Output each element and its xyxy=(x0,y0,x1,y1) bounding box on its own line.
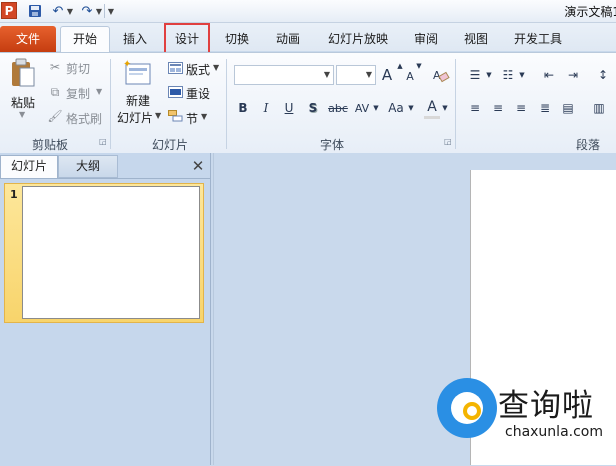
new-slide-dropdown-icon[interactable]: ▼ xyxy=(155,111,161,120)
watermark-url: chaxunla.com xyxy=(505,424,603,440)
undo-icon[interactable]: ↶ xyxy=(51,3,65,19)
font-size-select[interactable]: ▼ xyxy=(336,65,376,85)
align-right-icon[interactable]: ≡ xyxy=(512,99,530,117)
font-name-select[interactable]: ▼ xyxy=(234,65,334,85)
group-divider xyxy=(110,59,111,149)
redo-dropdown-icon[interactable]: ▼ xyxy=(95,3,103,19)
customize-toolbar-icon[interactable]: ▼ xyxy=(107,3,115,19)
powerpoint-logo-icon[interactable]: P xyxy=(1,2,17,19)
copy-button[interactable]: 复制 xyxy=(66,85,90,102)
layout-icon[interactable] xyxy=(167,61,183,75)
section-button[interactable]: 节 xyxy=(186,110,198,127)
watermark-magnifier-icon xyxy=(463,402,481,420)
scissors-icon[interactable]: ✂ xyxy=(48,60,62,74)
slides-group-label: 幻灯片 xyxy=(151,138,188,152)
bullets-dropdown-icon[interactable]: ▼ xyxy=(485,69,493,81)
tab-developer[interactable]: 开发工具 xyxy=(505,28,571,50)
clear-formatting-icon[interactable]: A xyxy=(432,65,450,85)
new-slide-label-2[interactable]: 幻灯片 xyxy=(117,109,153,126)
font-dialog-launcher-icon[interactable]: ◲ xyxy=(444,137,452,146)
change-case-dropdown-icon[interactable]: ▼ xyxy=(407,102,415,114)
tab-file[interactable]: 文件 xyxy=(0,26,56,52)
section-icon[interactable] xyxy=(167,109,183,123)
svg-text:✦: ✦ xyxy=(123,59,131,70)
undo-dropdown-icon[interactable]: ▼ xyxy=(66,3,74,19)
layout-button[interactable]: 版式 xyxy=(186,61,210,78)
tab-slides[interactable]: 幻灯片 xyxy=(0,155,58,178)
align-center-icon[interactable]: ≡ xyxy=(489,99,507,117)
numbering-icon[interactable]: ☷ xyxy=(498,66,518,84)
close-pane-icon[interactable]: ✕ xyxy=(190,157,206,175)
character-spacing-dropdown-icon[interactable]: ▼ xyxy=(372,102,380,114)
cut-button[interactable]: 剪切 xyxy=(66,60,90,77)
title-bar: P ↶ ▼ ↷ ▼ ▼ 演示文稿1 xyxy=(0,0,616,23)
paste-button-label[interactable]: 粘贴 xyxy=(11,94,35,111)
window-title: 演示文稿1 xyxy=(564,5,616,19)
character-spacing-button[interactable]: AV xyxy=(353,99,371,117)
clipboard-dialog-launcher-icon[interactable]: ◲ xyxy=(99,137,107,146)
slide-number: 1 xyxy=(10,188,18,201)
redo-icon[interactable]: ↷ xyxy=(80,3,94,19)
watermark-title: 查询啦 xyxy=(498,388,594,424)
save-icon[interactable] xyxy=(27,3,43,19)
font-group-label: 字体 xyxy=(319,138,344,152)
strikethrough-button[interactable]: abc xyxy=(327,99,349,117)
group-divider xyxy=(226,59,227,149)
italic-button[interactable]: I xyxy=(259,99,273,117)
text-shadow-button[interactable]: S xyxy=(306,99,320,117)
slide-thumbnail[interactable] xyxy=(22,186,200,319)
format-painter-button[interactable]: 格式刷 xyxy=(66,110,102,127)
new-slide-icon[interactable]: ✦ xyxy=(123,57,153,87)
columns-icon[interactable]: ▥ xyxy=(590,99,608,117)
tab-insert[interactable]: 插入 xyxy=(112,28,158,50)
distributed-icon[interactable]: ▤ xyxy=(559,99,577,117)
reset-icon[interactable] xyxy=(167,85,183,99)
pane-splitter[interactable] xyxy=(213,153,214,465)
tab-transitions[interactable]: 切换 xyxy=(214,28,260,50)
shrink-font-caret-icon: ▼ xyxy=(416,62,422,70)
grow-font-caret-icon: ▲ xyxy=(397,62,403,70)
format-painter-icon[interactable]: 🖌 xyxy=(47,109,62,123)
line-spacing-icon[interactable]: ↕ xyxy=(594,66,612,84)
decrease-indent-icon[interactable]: ⇤ xyxy=(539,66,559,84)
tab-slideshow[interactable]: 幻灯片放映 xyxy=(317,28,399,50)
font-color-button[interactable]: A xyxy=(424,98,440,119)
tab-review[interactable]: 审阅 xyxy=(403,28,449,50)
increase-indent-icon[interactable]: ⇥ xyxy=(563,66,583,84)
group-divider xyxy=(455,59,456,149)
copy-dropdown-icon[interactable]: ▼ xyxy=(96,87,102,96)
align-left-icon[interactable]: ≡ xyxy=(466,99,484,117)
toolbar-divider xyxy=(104,4,105,18)
grow-font-button[interactable]: A xyxy=(379,64,395,86)
tab-outline[interactable]: 大纲 xyxy=(58,155,118,178)
font-color-dropdown-icon[interactable]: ▼ xyxy=(441,102,449,114)
layout-dropdown-icon[interactable]: ▼ xyxy=(213,63,219,72)
tab-home[interactable]: 开始 xyxy=(60,26,110,52)
paste-icon[interactable] xyxy=(9,57,37,89)
underline-button[interactable]: U xyxy=(282,99,296,117)
reset-button[interactable]: 重设 xyxy=(186,85,210,102)
tab-animations[interactable]: 动画 xyxy=(265,28,311,50)
ribbon-panel: 粘贴 ▼ ✂ 剪切 ⧉ 复制 ▼ 🖌 格式刷 剪贴板 ◲ ✦ 新建 幻灯片 ▼ … xyxy=(0,52,616,154)
new-slide-label[interactable]: 新建 xyxy=(126,92,150,109)
paste-dropdown-icon[interactable]: ▼ xyxy=(19,110,25,119)
copy-icon[interactable]: ⧉ xyxy=(48,85,62,99)
bold-button[interactable]: B xyxy=(236,99,250,117)
bullets-icon[interactable]: ☰ xyxy=(465,66,485,84)
tab-view[interactable]: 视图 xyxy=(453,28,499,50)
paragraph-group-label: 段落 xyxy=(576,138,601,152)
justify-icon[interactable]: ≣ xyxy=(536,99,554,117)
clipboard-group-label: 剪贴板 xyxy=(31,138,68,152)
section-dropdown-icon[interactable]: ▼ xyxy=(201,112,207,121)
numbering-dropdown-icon[interactable]: ▼ xyxy=(518,69,526,81)
change-case-button[interactable]: Aa xyxy=(385,99,407,117)
